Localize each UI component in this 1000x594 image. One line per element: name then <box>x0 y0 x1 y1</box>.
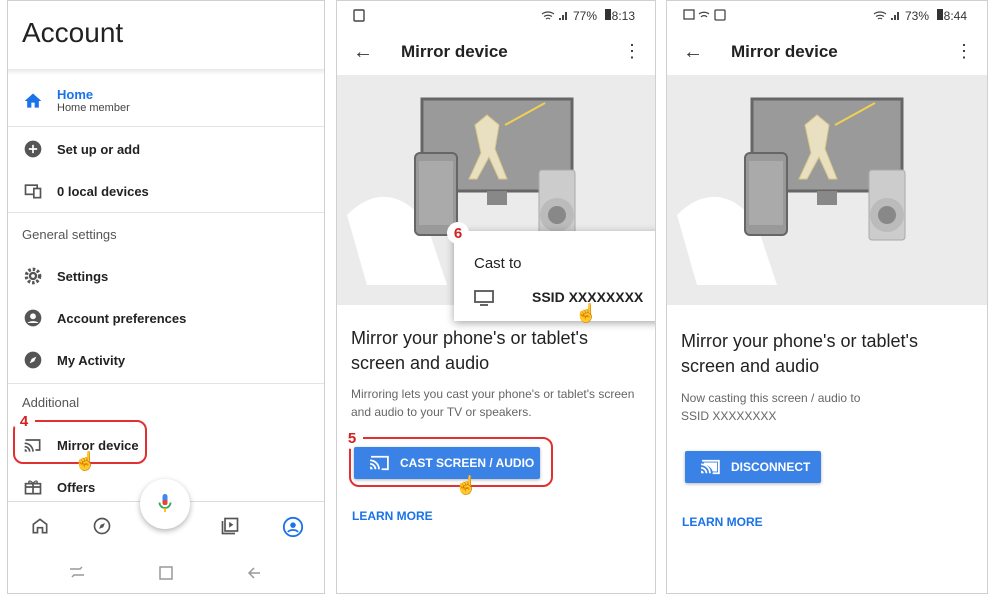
menu-item-home[interactable]: Home Home member <box>8 81 324 121</box>
compass-icon <box>22 349 44 371</box>
dialog-title: Cast to <box>474 255 522 272</box>
menu-item-set-up-or-add[interactable]: Set up or add <box>8 129 324 169</box>
step-badge: 5 <box>341 427 363 449</box>
more-options-icon[interactable]: ⋮ <box>623 41 641 62</box>
divider <box>8 383 324 384</box>
cast-connected-icon <box>701 459 720 475</box>
app-bar-title: Mirror device <box>731 42 838 61</box>
notification-icon <box>353 9 365 22</box>
menu-label: 0 local devices <box>57 183 149 199</box>
battery-percent: 73% <box>905 9 930 23</box>
gift-icon <box>22 476 44 498</box>
home-label: Home <box>57 87 94 102</box>
mic-icon <box>158 494 172 512</box>
add-circle-icon <box>22 138 44 160</box>
tv-icon <box>474 290 494 306</box>
recents-icon <box>70 566 84 578</box>
menu-item-my-activity[interactable]: My Activity <box>8 340 324 380</box>
learn-more-link[interactable]: LEARN MORE <box>682 515 763 529</box>
hero-illustration <box>667 75 987 305</box>
home-icon <box>22 90 44 112</box>
status-time: 18:44 <box>936 9 967 23</box>
menu-item-account-preferences[interactable]: Account preferences <box>8 298 324 338</box>
learn-more-link[interactable]: LEARN MORE <box>352 509 433 523</box>
account-screen: Account Home Home member Set up or add 0… <box>7 0 325 594</box>
disconnect-button[interactable]: DISCONNECT <box>685 451 821 483</box>
mic-button[interactable] <box>140 479 190 529</box>
menu-item-settings[interactable]: Settings <box>8 256 324 296</box>
notification-icons <box>683 9 726 21</box>
section-heading: Mirror your phone's or tablet's screen a… <box>351 328 588 373</box>
app-bar: ← Mirror device ⋮ <box>337 29 655 75</box>
step-badge: 4 <box>13 410 35 432</box>
app-bar-title: Mirror device <box>401 42 508 61</box>
cast-to-dialog: Cast to SSID XXXXXXXX <box>454 231 655 321</box>
menu-label: Settings <box>57 268 109 284</box>
more-options-icon[interactable]: ⋮ <box>955 41 973 62</box>
section-heading: Mirror your phone's or tablet's screen a… <box>681 331 918 376</box>
back-arrow-icon[interactable]: ← <box>683 41 703 64</box>
pointer-hand-icon: ☝ <box>455 475 478 495</box>
status-bar: 77% 18:13 <box>337 1 655 29</box>
section-header-general: General settings <box>22 227 117 242</box>
button-label: CAST SCREEN / AUDIO <box>400 456 535 470</box>
mirror-device-screen-connected: 73% 18:44 ← Mirror device ⋮ Mirror your … <box>666 0 988 594</box>
page-title: Account <box>22 17 124 48</box>
gear-icon <box>22 265 44 287</box>
mirror-device-screen-cast: 77% 18:13 ← Mirror device ⋮ Cast to SSID… <box>336 0 656 594</box>
divider <box>8 126 324 127</box>
home-icon[interactable] <box>30 516 52 538</box>
section-description: Mirroring lets you cast your phone's or … <box>351 387 635 419</box>
button-label: DISCONNECT <box>731 460 811 474</box>
devices-icon <box>22 180 44 202</box>
status-bar: 73% 18:44 <box>667 1 987 29</box>
media-icon[interactable] <box>220 516 242 538</box>
tutorial-canvas: Account Home Home member Set up or add 0… <box>0 0 1000 594</box>
signal-wifi-icon <box>541 11 567 20</box>
pointer-hand-icon: ☝ <box>575 303 598 323</box>
menu-label: Offers <box>57 479 96 495</box>
signal-wifi-icon <box>873 11 899 20</box>
section-header-additional: Additional <box>22 395 80 410</box>
cast-screen-audio-button[interactable]: CAST SCREEN / AUDIO <box>354 447 540 479</box>
menu-label: My Activity <box>57 352 126 368</box>
menu-label: Set up or add <box>57 141 141 157</box>
home-sublabel: Home member <box>57 102 130 114</box>
account-icon[interactable] <box>282 516 304 538</box>
section-description: Now casting this screen / audio to SSID … <box>681 391 861 423</box>
app-bar: ← Mirror device ⋮ <box>667 29 987 75</box>
menu-item-local-devices[interactable]: 0 local devices <box>8 171 324 211</box>
divider <box>8 212 324 213</box>
status-time: 18:13 <box>604 9 635 23</box>
back-arrow-icon[interactable]: ← <box>353 41 373 64</box>
battery-percent: 77% <box>573 9 598 23</box>
cast-icon <box>370 455 389 471</box>
home-button-icon <box>159 566 173 580</box>
account-circle-icon <box>22 307 44 329</box>
menu-label: Account preferences <box>57 310 187 326</box>
back-button-icon <box>247 567 260 579</box>
header-divider <box>8 69 324 75</box>
step-badge: 6 <box>447 222 469 244</box>
system-navigation-bar <box>8 553 324 593</box>
discover-icon[interactable] <box>92 516 114 538</box>
